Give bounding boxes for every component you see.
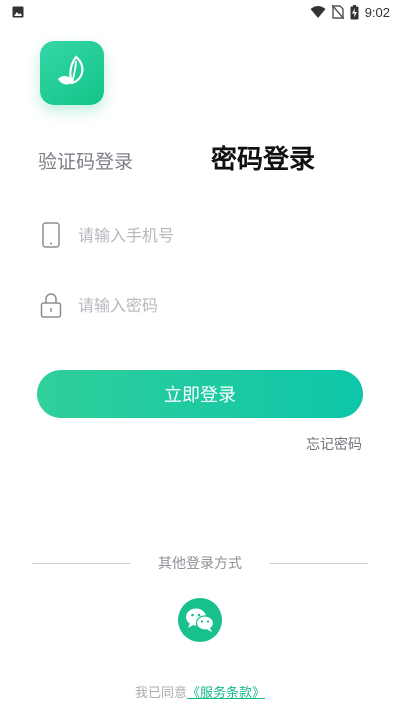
no-sim-icon xyxy=(331,5,344,19)
agreement-prefix: 我已同意 xyxy=(134,686,187,701)
divider-line-left xyxy=(32,562,130,564)
password-input[interactable] xyxy=(78,295,338,315)
app-logo xyxy=(40,41,104,105)
tab-password-login[interactable]: 密码登录 xyxy=(211,139,315,176)
wechat-icon xyxy=(186,608,215,632)
password-field xyxy=(38,285,362,325)
battery-charging-icon xyxy=(350,4,359,19)
phone-icon xyxy=(38,222,64,248)
leaf-logo-icon xyxy=(58,55,84,85)
phone-field xyxy=(38,215,362,255)
login-button[interactable]: 立即登录 xyxy=(37,370,363,418)
status-time: 9:02 xyxy=(364,4,390,20)
lock-icon xyxy=(38,292,64,318)
forgot-password-link[interactable]: 忘记密码 xyxy=(306,434,362,454)
other-login-label: 其他登录方式 xyxy=(158,556,242,572)
divider-line-right xyxy=(270,562,368,564)
image-icon xyxy=(12,6,24,18)
wifi-icon xyxy=(310,6,326,18)
tab-sms-login[interactable]: 验证码登录 xyxy=(38,147,133,174)
terms-of-service-link[interactable]: 《服务条款》 xyxy=(187,686,265,701)
status-bar: 9:02 xyxy=(0,0,400,24)
agreement-text: 我已同意《服务条款》 xyxy=(0,682,400,701)
phone-input[interactable] xyxy=(78,225,338,245)
other-login-divider: 其他登录方式 xyxy=(32,554,368,572)
wechat-login-button[interactable] xyxy=(178,598,222,642)
